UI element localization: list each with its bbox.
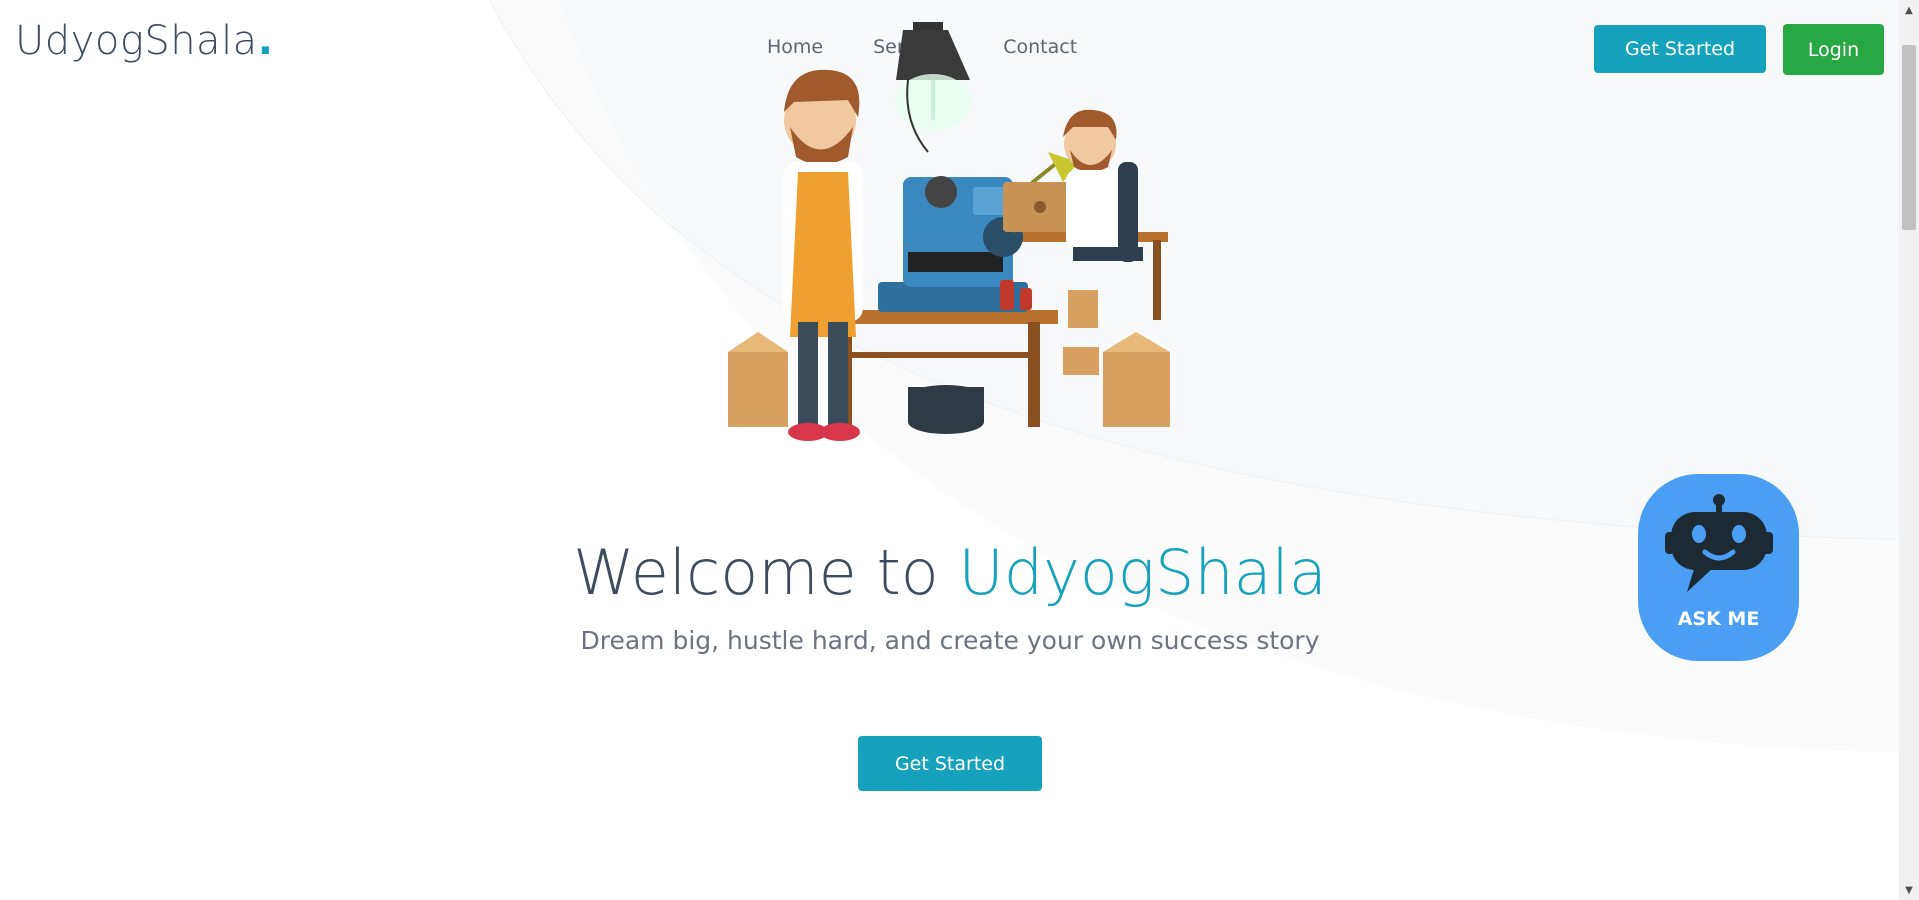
page: UdyogShala. Home Services Contact Get St… <box>0 0 1919 900</box>
logo-text: UdyogShala <box>15 18 258 64</box>
hero-subtitle: Dream big, hustle hard, and create your … <box>580 626 1320 655</box>
hero-title-prefix: Welcome to <box>573 536 959 609</box>
hero-get-started-button[interactable]: Get Started <box>858 736 1042 791</box>
page-scrollbar[interactable]: ▲ ▼ <box>1899 0 1919 900</box>
chatbot-ask-me-button[interactable]: ASK ME <box>1638 474 1799 661</box>
robot-icon <box>1665 494 1773 592</box>
hero-title: Welcome to UdyogShala <box>0 536 1900 609</box>
login-button[interactable]: Login <box>1783 24 1884 75</box>
scroll-up-arrow-icon[interactable]: ▲ <box>1899 0 1919 20</box>
scroll-thumb[interactable] <box>1902 45 1916 230</box>
logo[interactable]: UdyogShala. <box>15 18 273 64</box>
logo-dot: . <box>257 18 274 64</box>
workshop-illustration <box>728 22 1170 441</box>
header-get-started-button[interactable]: Get Started <box>1594 25 1766 73</box>
chatbot-label: ASK ME <box>1677 608 1760 630</box>
scroll-down-arrow-icon[interactable]: ▼ <box>1899 880 1919 900</box>
hero-title-accent: UdyogShala <box>958 536 1327 609</box>
